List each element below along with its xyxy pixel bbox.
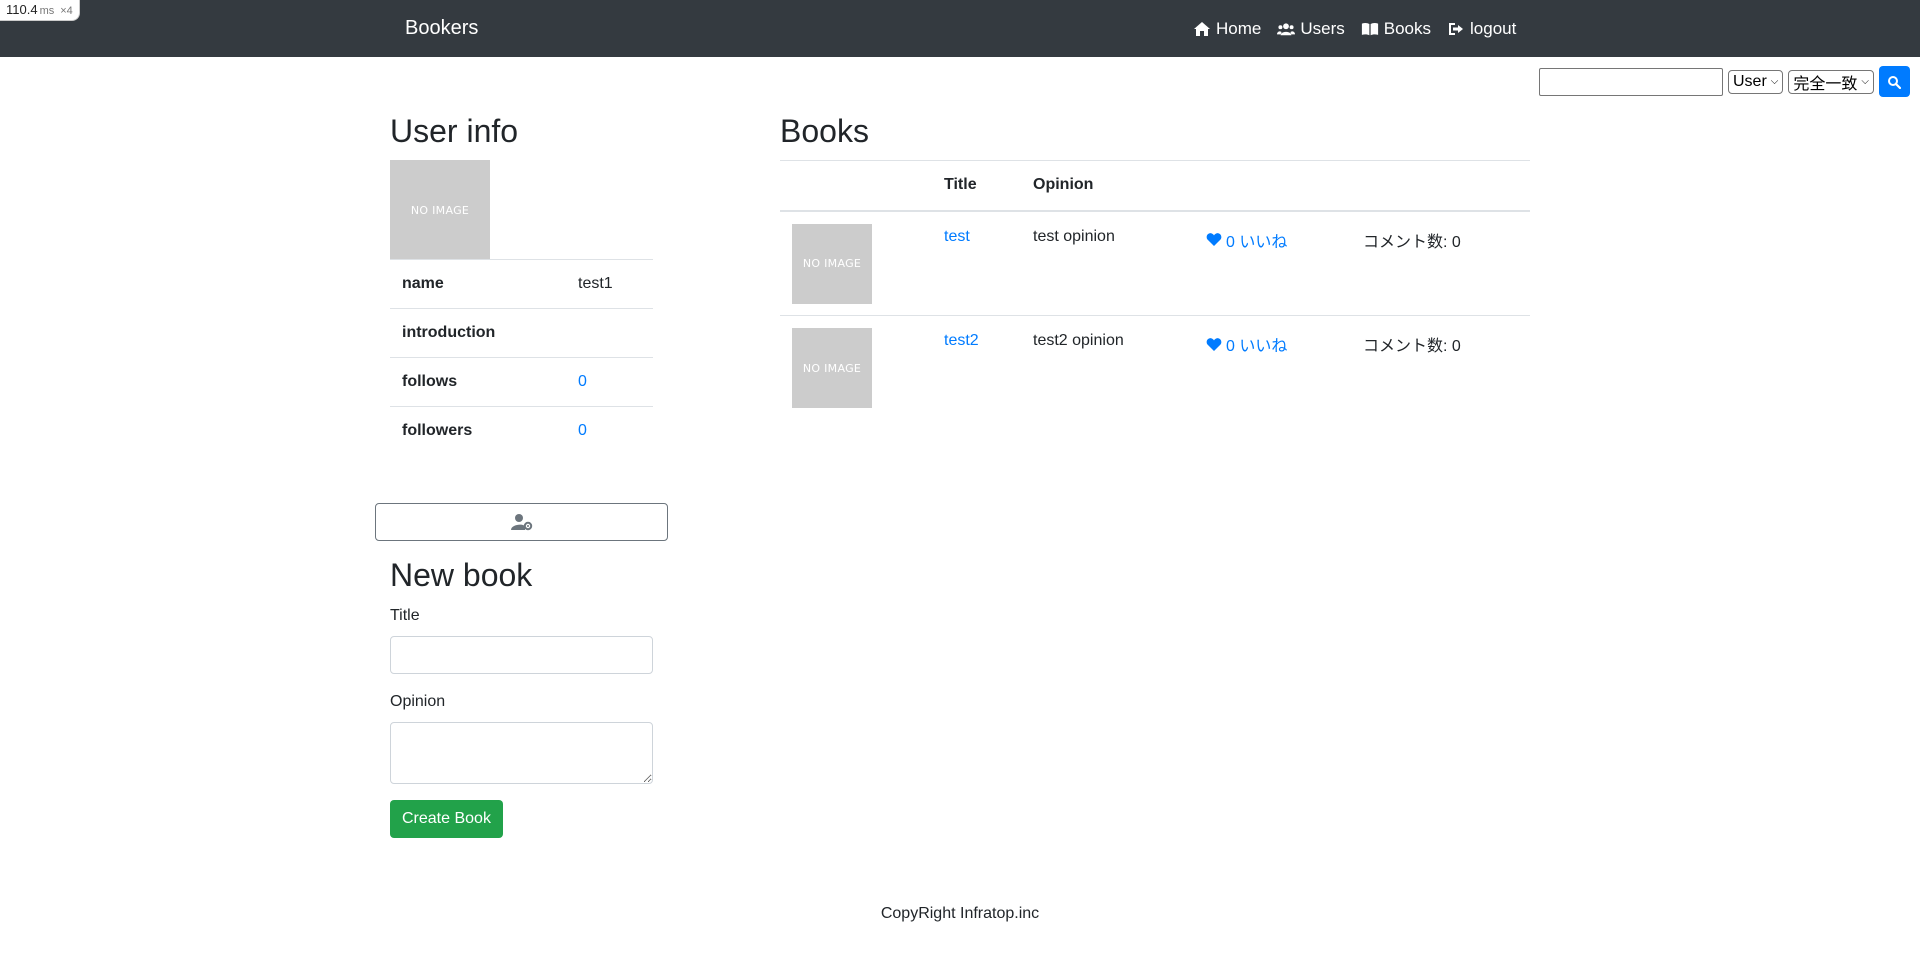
- search-button[interactable]: [1878, 66, 1910, 97]
- heart-icon: [1206, 337, 1222, 351]
- user-avatar: NO IMAGE: [390, 160, 490, 260]
- footer-copyright: CopyRight Infratop.inc: [880, 905, 1040, 922]
- user-info-table: name test1 introduction follows 0 follow…: [390, 259, 653, 456]
- user-info-key: introduction: [402, 324, 496, 341]
- book-title-link[interactable]: test: [944, 228, 970, 245]
- like-button[interactable]: 0 いいね: [1206, 228, 1287, 252]
- user-info-row: follows 0: [390, 357, 653, 407]
- home-icon: [1194, 22, 1210, 36]
- user-info-value: test1: [578, 275, 613, 292]
- books-table: Title Opinion NO IMAGE test test opinion…: [780, 160, 1530, 421]
- nav-users[interactable]: Users: [1277, 19, 1345, 39]
- create-book-button[interactable]: Create Book: [390, 800, 503, 838]
- col-header-comments: [1363, 160, 1530, 212]
- search-target-select[interactable]: User ⌵: [1728, 69, 1784, 94]
- col-header-image: [780, 160, 944, 212]
- chevron-down-icon: ⌵: [1861, 76, 1869, 87]
- book-opinion: test2 opinion: [1033, 315, 1206, 421]
- nav-users-label: Users: [1300, 19, 1345, 38]
- edit-profile-button[interactable]: [375, 503, 668, 541]
- book-title-link[interactable]: test2: [944, 332, 979, 349]
- col-header-opinion: Opinion: [1033, 160, 1206, 212]
- brand-link[interactable]: Bookers: [405, 17, 478, 40]
- nav-logout-label: logout: [1470, 19, 1517, 38]
- followers-link[interactable]: 0: [578, 422, 587, 439]
- perf-value: 110.4: [6, 2, 38, 17]
- search-input[interactable]: [1539, 67, 1723, 96]
- user-info-row: introduction: [390, 308, 653, 358]
- nav-home-label: Home: [1216, 19, 1262, 38]
- book-image[interactable]: NO IMAGE: [792, 223, 872, 304]
- user-info-row: name test1: [390, 259, 653, 309]
- user-info-value: [566, 309, 653, 358]
- follows-link[interactable]: 0: [578, 373, 587, 390]
- book-image[interactable]: NO IMAGE: [792, 328, 872, 408]
- comment-count: コメント数: 0: [1363, 210, 1530, 316]
- like-button[interactable]: 0 いいね: [1206, 332, 1287, 356]
- books-title: Books: [780, 113, 869, 149]
- chevron-down-icon: ⌵: [1770, 76, 1779, 87]
- search-match-value: 完全一致: [1793, 75, 1858, 93]
- user-info-key: follows: [402, 373, 458, 390]
- search-icon: [1888, 75, 1902, 89]
- title-input[interactable]: [390, 636, 653, 674]
- user-info-row: followers 0: [390, 406, 653, 456]
- search-form: User ⌵ 完全一致 ⌵: [1539, 66, 1910, 97]
- like-count: 0 いいね: [1226, 233, 1288, 251]
- perf-multiplier: ×4: [60, 5, 73, 17]
- comment-count: コメント数: 0: [1363, 315, 1530, 421]
- new-book-title: New book: [390, 557, 533, 593]
- user-info-key: name: [402, 275, 444, 292]
- book-row: NO IMAGE test2 test2 opinion 0 いいね コメント数…: [780, 315, 1530, 421]
- sign-out-icon: [1449, 23, 1464, 35]
- col-header-title: Title: [944, 160, 1033, 212]
- nav-menu: Home Users Books logout: [1193, 19, 1516, 39]
- search-target-value: User: [1733, 72, 1767, 90]
- book-row: NO IMAGE test test opinion 0 いいね コメント数: …: [780, 210, 1530, 316]
- book-open-icon: [1361, 22, 1378, 36]
- nav-home[interactable]: Home: [1193, 19, 1261, 39]
- user-info-key: followers: [402, 422, 473, 440]
- user-info-title: User info: [390, 113, 519, 149]
- navbar: Bookers Home Users Books logout: [0, 0, 1920, 57]
- book-opinion: test opinion: [1033, 210, 1206, 316]
- perf-unit: ms: [39, 5, 55, 17]
- nav-books[interactable]: Books: [1361, 19, 1431, 39]
- col-header-likes: [1206, 160, 1363, 212]
- users-icon: [1277, 23, 1296, 36]
- search-match-select[interactable]: 完全一致 ⌵: [1788, 69, 1874, 94]
- heart-icon: [1206, 233, 1222, 246]
- nav-logout[interactable]: logout: [1447, 19, 1516, 39]
- perf-badge: 110.4 ms ×4: [0, 0, 80, 21]
- books-header-row: Title Opinion: [780, 160, 1530, 212]
- nav-books-label: Books: [1383, 19, 1432, 38]
- opinion-label: Opinion: [390, 693, 446, 710]
- opinion-textarea[interactable]: [390, 722, 653, 784]
- title-label: Title: [390, 607, 420, 624]
- user-cog-icon: [510, 514, 532, 531]
- like-count: 0 いいね: [1226, 338, 1288, 355]
